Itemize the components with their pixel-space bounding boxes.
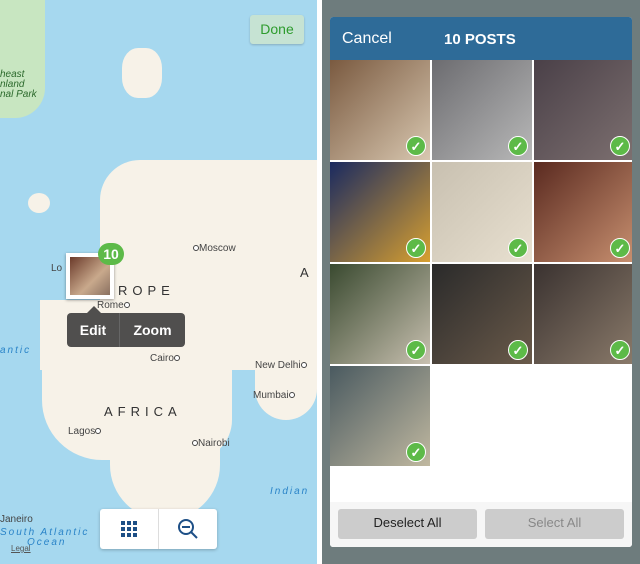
ocean-label: Ocean: [27, 537, 67, 548]
zoom-out-icon: [178, 519, 198, 539]
map-toolbar: [100, 509, 217, 549]
post-picker-modal: Cancel 10 POSTS ✓ ✓ ✓ ✓ ✓ ✓ ✓ ✓ ✓ ✓ Deselect All …: [330, 17, 632, 547]
checkmark-icon: ✓: [610, 136, 630, 156]
photo-cell[interactable]: ✓: [432, 60, 532, 160]
mumbai-label: Mumbai: [253, 390, 295, 401]
checkmark-icon: ✓: [508, 340, 528, 360]
lagos-label: Lagos: [68, 426, 102, 437]
checkmark-icon: ✓: [406, 136, 426, 156]
nairobi-label: Nairobi: [192, 438, 230, 449]
svalbard-land: [122, 48, 162, 98]
done-button[interactable]: Done: [250, 15, 304, 44]
moscow-label: Moscow: [193, 243, 236, 254]
checkmark-icon: ✓: [406, 442, 426, 462]
map-view[interactable]: heast nland nal Park Moscow ROPE A Lo Ro…: [0, 0, 317, 564]
photo-cell[interactable]: ✓: [534, 162, 632, 262]
checkmark-icon: ✓: [508, 238, 528, 258]
picker-footer: Deselect All Select All: [330, 502, 632, 547]
checkmark-icon: ✓: [610, 340, 630, 360]
legal-link[interactable]: Legal: [11, 544, 31, 553]
cluster-popup: Edit Zoom: [67, 306, 185, 347]
picker-header: Cancel 10 POSTS: [330, 17, 632, 60]
photo-cell[interactable]: ✓: [534, 264, 632, 364]
checkmark-icon: ✓: [406, 340, 426, 360]
rome-label: Rome: [97, 300, 130, 311]
grid-button[interactable]: [100, 509, 158, 549]
photo-cell[interactable]: ✓: [330, 162, 430, 262]
park-label: heast nland nal Park: [0, 69, 37, 100]
checkmark-icon: ✓: [406, 238, 426, 258]
photo-cell[interactable]: ✓: [534, 60, 632, 160]
cluster-count-badge: 10: [98, 243, 124, 265]
grid-icon: [121, 521, 137, 537]
photo-cell[interactable]: ✓: [432, 264, 532, 364]
zoom-button[interactable]: Zoom: [120, 313, 185, 347]
indian-ocean-label: Indian: [270, 486, 310, 497]
cairo-label: Cairo: [150, 353, 180, 364]
select-all-button[interactable]: Select All: [485, 509, 624, 539]
deselect-all-button[interactable]: Deselect All: [338, 509, 477, 539]
atlantic-label: antic: [0, 345, 32, 356]
greenland-land: [0, 0, 45, 118]
edit-button[interactable]: Edit: [67, 313, 120, 347]
photo-cell[interactable]: ✓: [330, 60, 430, 160]
checkmark-icon: ✓: [508, 136, 528, 156]
south-africa-land: [110, 440, 220, 520]
asia-label: A: [300, 265, 314, 280]
rio-label: Janeiro: [0, 514, 33, 525]
photo-cell[interactable]: ✓: [330, 264, 430, 364]
photo-grid: ✓ ✓ ✓ ✓ ✓ ✓ ✓ ✓ ✓ ✓: [330, 60, 632, 466]
africa-label: AFRICA: [104, 404, 182, 419]
cancel-button[interactable]: Cancel: [342, 30, 392, 48]
post-picker-screen: Cancel 10 POSTS ✓ ✓ ✓ ✓ ✓ ✓ ✓ ✓ ✓ ✓ Deselect All …: [322, 0, 640, 564]
new-delhi-label: New Delhi: [255, 360, 307, 371]
picker-title: 10 POSTS: [444, 31, 516, 48]
london-label: Lo: [51, 263, 63, 274]
checkmark-icon: ✓: [610, 238, 630, 258]
photo-cell[interactable]: ✓: [432, 162, 532, 262]
iceland-land: [28, 193, 50, 213]
photo-cell[interactable]: ✓: [330, 366, 430, 466]
zoom-out-button[interactable]: [158, 509, 217, 549]
europe-label: ROPE: [118, 283, 175, 298]
